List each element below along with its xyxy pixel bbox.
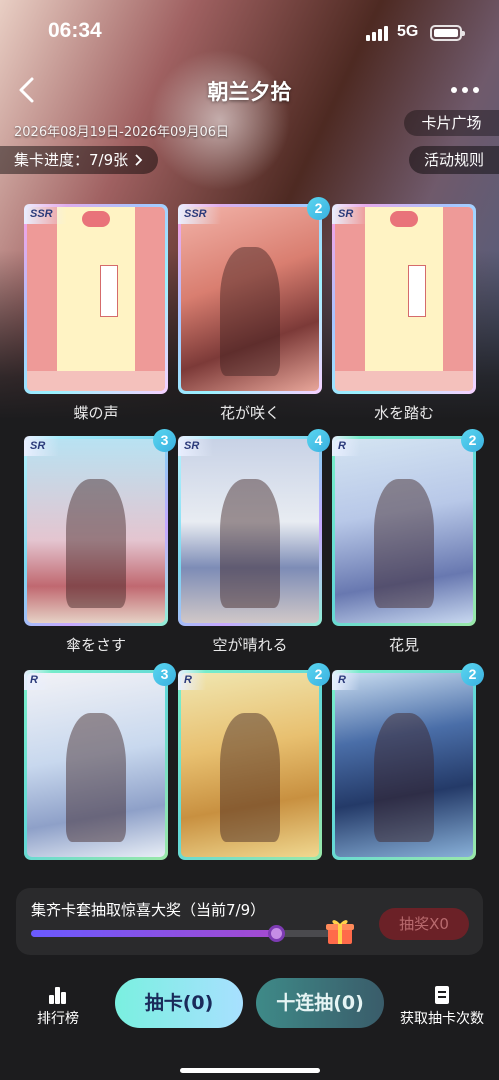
- more-dots-icon[interactable]: [447, 76, 483, 104]
- rarity-badge: R: [332, 436, 360, 456]
- signal-icon: [366, 26, 390, 41]
- card-frame: SR 3: [24, 429, 176, 626]
- leaderboard-icon: [48, 986, 68, 1004]
- card-item[interactable]: R 3: [24, 663, 176, 860]
- card-count-badge: 4: [307, 429, 330, 452]
- card-count-badge: 2: [307, 663, 330, 686]
- battery-icon: [430, 25, 465, 41]
- card-name: 花見: [388, 636, 419, 654]
- card-count-badge: 2: [461, 429, 484, 452]
- get-draws-label: 获取抽卡次数: [400, 1011, 484, 1027]
- get-draws-button[interactable]: 获取抽卡次数: [396, 986, 488, 1028]
- card-art: [181, 207, 319, 391]
- reward-progress-bar: [31, 925, 346, 942]
- rarity-badge: SSR: [178, 204, 221, 224]
- card-item[interactable]: SR 4 空が晴れる: [178, 429, 330, 654]
- rarity-badge: SSR: [24, 204, 67, 224]
- card-name: 花が咲く: [219, 404, 280, 422]
- rarity-badge: SR: [332, 204, 368, 224]
- card-square-button[interactable]: 卡片广场: [404, 110, 499, 136]
- home-indicator: [180, 1068, 320, 1073]
- status-bar: 06:34 5G: [0, 0, 499, 66]
- bow-icon: [390, 211, 418, 227]
- chevron-right-icon: [135, 154, 143, 166]
- status-time: 06:34: [48, 19, 102, 42]
- bow-icon: [82, 211, 110, 227]
- rarity-badge: R: [332, 670, 360, 690]
- card-name: 水を踏む: [373, 404, 434, 422]
- leaderboard-button[interactable]: 排行榜: [30, 986, 86, 1028]
- card-frame: R 2: [332, 663, 484, 860]
- collection-progress-label: 集卡进度：7/9张: [14, 151, 129, 169]
- card-art: [27, 439, 165, 623]
- reward-progress-knob: [268, 925, 285, 942]
- nav-bar: 朝兰夕拾: [0, 66, 499, 114]
- page-title: 朝兰夕拾: [207, 80, 292, 104]
- card-count-badge: 2: [461, 663, 484, 686]
- document-icon: [435, 986, 449, 1004]
- reward-panel: 集齐卡套抽取惊喜大奖（当前7/9） 抽奖X0: [16, 888, 483, 955]
- reward-title: 集齐卡套抽取惊喜大奖（当前7/9）: [31, 901, 266, 919]
- card-art-envelope: [27, 207, 165, 391]
- collection-progress-button[interactable]: 集卡进度：7/9张: [0, 146, 159, 174]
- reward-progress-fill: [31, 930, 276, 937]
- card-art: [335, 673, 473, 857]
- card-item[interactable]: R 2: [332, 663, 484, 860]
- card-art: [335, 439, 473, 623]
- card-name: 蝶の声: [73, 404, 119, 422]
- card-item[interactable]: R 2 花見: [332, 429, 484, 654]
- card-frame: SR: [332, 204, 476, 394]
- card-count-badge: 3: [153, 429, 176, 452]
- card-art-envelope: [335, 207, 473, 391]
- rarity-badge: R: [178, 670, 206, 690]
- draw-one-button[interactable]: 抽卡(0): [115, 978, 243, 1028]
- card-item[interactable]: SR 水を踏む: [332, 204, 476, 422]
- leaderboard-label: 排行榜: [37, 1011, 79, 1027]
- card-art: [181, 673, 319, 857]
- card-name: 傘をさす: [65, 636, 126, 654]
- card-item[interactable]: SSR 蝶の声: [24, 204, 168, 422]
- card-frame: SSR: [24, 204, 168, 394]
- draw-prize-button[interactable]: 抽奖X0: [379, 908, 469, 940]
- card-frame: R 2: [178, 663, 330, 860]
- gift-icon[interactable]: [324, 915, 356, 947]
- rarity-badge: SR: [178, 436, 214, 456]
- card-item[interactable]: SSR 2 花が咲く: [178, 197, 330, 422]
- event-date-range: 2026年08月19日-2026年09月06日: [14, 125, 230, 140]
- card-count-badge: 2: [307, 197, 330, 220]
- rarity-badge: SR: [24, 436, 60, 456]
- bottom-action-bar: 排行榜 抽卡(0) 十连抽(0) 获取抽卡次数: [0, 968, 499, 1080]
- card-art: [27, 673, 165, 857]
- card-name: 空が晴れる: [212, 636, 288, 654]
- card-frame: R 3: [24, 663, 176, 860]
- card-frame: SSR 2: [178, 197, 330, 394]
- card-item[interactable]: R 2: [178, 663, 330, 860]
- card-frame: R 2: [332, 429, 484, 626]
- card-art: [181, 439, 319, 623]
- card-count-badge: 3: [153, 663, 176, 686]
- network-label: 5G: [397, 23, 419, 40]
- rules-button[interactable]: 活动规则: [409, 146, 499, 174]
- draw-ten-button[interactable]: 十连抽(0): [256, 978, 384, 1028]
- rarity-badge: R: [24, 670, 52, 690]
- card-item[interactable]: SR 3 傘をさす: [24, 429, 176, 654]
- card-frame: SR 4: [178, 429, 330, 626]
